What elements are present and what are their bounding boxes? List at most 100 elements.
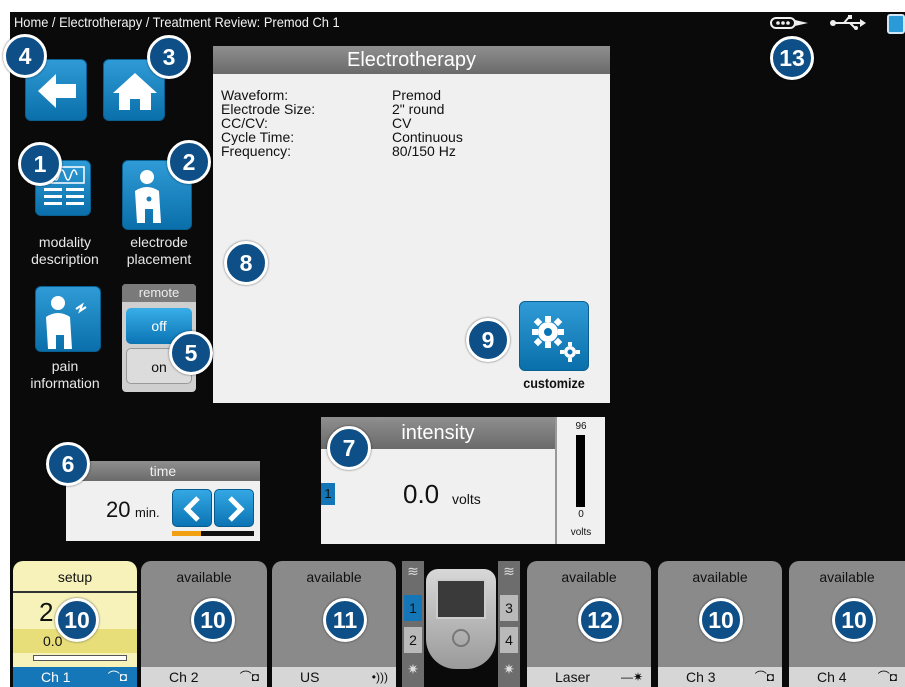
- time-increase-button[interactable]: [214, 489, 254, 527]
- callout-badge: 4: [3, 34, 47, 78]
- device-slot-3[interactable]: 3: [500, 595, 518, 621]
- param-key: Electrode Size:: [221, 101, 316, 117]
- callout-badge: 3: [147, 35, 191, 79]
- channel-name: Ch 2: [169, 669, 199, 685]
- channel-1-reading-sub: 0.0: [43, 633, 63, 649]
- scale-unit: volts: [570, 527, 592, 538]
- scale-min: 0: [578, 509, 584, 520]
- sensor-icon: ≋: [503, 563, 515, 579]
- remote-title: remote: [122, 284, 196, 302]
- pain-body-icon: [46, 296, 87, 349]
- chevron-left-icon: [183, 496, 200, 522]
- customize-label: customize: [523, 375, 585, 391]
- pain-information-label: pain information: [30, 358, 100, 391]
- param-key: Frequency:: [221, 143, 292, 159]
- remote-handpiece-icon: [770, 15, 810, 31]
- ultrasound-icon: •))): [371, 670, 388, 684]
- battery-icon: [887, 14, 905, 34]
- callout-badge: 10: [699, 598, 743, 642]
- panel-title: Electrotherapy: [213, 46, 610, 74]
- channel-footer: Ch 4 ⌒◘: [789, 667, 905, 687]
- pain-information-button[interactable]: [35, 286, 101, 352]
- usb-icon: [830, 15, 866, 31]
- channel-name: Ch 1: [41, 669, 71, 685]
- device-slot-4[interactable]: 4: [500, 627, 518, 653]
- time-unit: min.: [135, 505, 160, 520]
- electrode-icon: ⌒◘: [877, 670, 897, 684]
- customize-button[interactable]: [519, 301, 589, 371]
- callout-badge: 5: [169, 331, 213, 375]
- callout-badge: 7: [327, 426, 371, 470]
- modality-description-label: modality description: [31, 234, 99, 267]
- laser-port-icon: ✷: [407, 661, 419, 677]
- laser-port-icon: ✷: [503, 661, 515, 677]
- channel-name: Ch 4: [817, 669, 847, 685]
- callout-badge: 11: [323, 598, 367, 642]
- time-progress-track: [172, 531, 254, 536]
- breadcrumb: Home / Electrotherapy / Treatment Review…: [14, 14, 340, 30]
- callout-badge: 10: [55, 598, 99, 642]
- intensity-unit: volts: [452, 491, 481, 507]
- param-key: Cycle Time:: [221, 129, 295, 145]
- callout-badge: 2: [167, 140, 211, 184]
- channel-status: available: [692, 569, 748, 585]
- channel-status: available: [561, 569, 617, 585]
- electrode-icon: ⌒◘: [107, 670, 127, 684]
- electrode-icon: ⌒◘: [239, 670, 259, 684]
- param-key: CC/CV:: [221, 115, 268, 131]
- chevron-right-icon: [228, 496, 245, 522]
- device-body-icon: [426, 569, 496, 669]
- callout-badge: 13: [770, 36, 814, 80]
- channel-name: Ch 3: [686, 669, 716, 685]
- device-knob: [452, 629, 470, 647]
- electrotherapy-panel: Electrotherapy Waveform: Premod Electrod…: [213, 46, 610, 403]
- param-value: 2" round: [392, 101, 445, 117]
- device-screen: Home / Electrotherapy / Treatment Review…: [10, 12, 905, 687]
- callout-badge: 9: [466, 318, 510, 362]
- channel-footer: Laser —✷: [527, 667, 651, 687]
- divider: [13, 591, 137, 593]
- callout-badge: 6: [46, 442, 90, 486]
- param-value: Continuous: [392, 129, 463, 145]
- param-key: Waveform:: [221, 87, 289, 103]
- channel-status: available: [306, 569, 362, 585]
- channel-1-footer: Ch 1 ⌒◘: [13, 667, 137, 687]
- device-channel-selector: ≋ ≋ 1 2 3 4 ✷ ✷: [402, 561, 520, 687]
- callout-badge: 10: [832, 598, 876, 642]
- electrode-placement-label: electrode placement: [126, 234, 192, 267]
- time-value: 20: [106, 497, 131, 522]
- channel-footer: Ch 2 ⌒◘: [141, 667, 267, 687]
- intensity-channel-indicator: 1: [321, 483, 335, 505]
- laser-icon: —✷: [620, 670, 643, 684]
- channel-footer: Ch 3 ⌒◘: [658, 667, 782, 687]
- param-value: Premod: [392, 87, 442, 103]
- time-control: time 20 min.: [66, 461, 260, 541]
- channel-name: US: [300, 669, 320, 685]
- channel-status: available: [176, 569, 232, 585]
- intensity-scale: 96 0 volts: [555, 417, 605, 544]
- gears-icon: [532, 316, 580, 362]
- callout-badge: 1: [18, 142, 62, 186]
- channel-status: available: [819, 569, 875, 585]
- intensity-level-bar: [576, 435, 585, 507]
- callout-badge: 10: [191, 598, 235, 642]
- channel-status: setup: [57, 569, 93, 585]
- device-slot-1[interactable]: 1: [404, 595, 422, 621]
- callout-badge: 12: [578, 598, 622, 642]
- channel-1-progress: [33, 655, 127, 661]
- channel-1-reading: 2: [39, 597, 54, 627]
- param-value: 80/150 Hz: [392, 143, 456, 159]
- time-progress-fill: [172, 531, 201, 536]
- intensity-value: 0.0: [403, 479, 440, 509]
- scale-max: 96: [575, 421, 587, 432]
- sensor-icon: ≋: [407, 563, 419, 579]
- param-value: CV: [392, 115, 412, 131]
- device-display: [436, 579, 486, 619]
- channel-name: Laser: [555, 669, 591, 685]
- electrode-icon: ⌒◘: [754, 670, 774, 684]
- time-title: time: [66, 461, 260, 481]
- device-slot-2[interactable]: 2: [404, 627, 422, 653]
- time-decrease-button[interactable]: [172, 489, 212, 527]
- channel-footer: US •))): [272, 667, 396, 687]
- callout-badge: 8: [224, 241, 268, 285]
